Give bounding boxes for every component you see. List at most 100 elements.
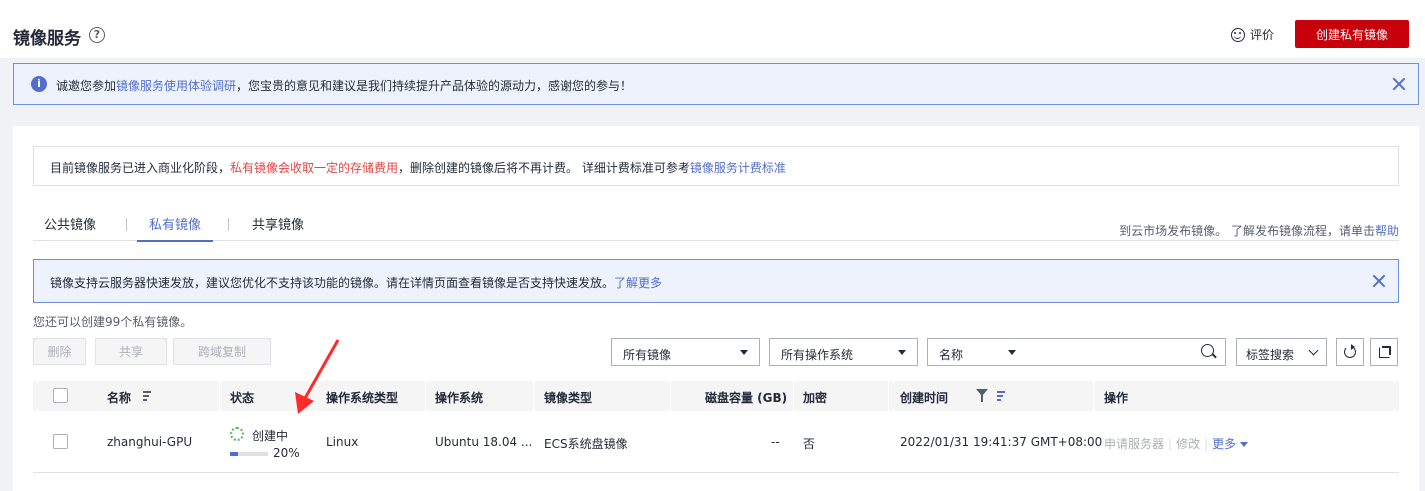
column-divider [533, 381, 534, 411]
fast-provision-notice: 镜像支持云服务器快速发放，建议您优化不支持该功能的镜像。请在详情页面查看镜像是否… [33, 259, 1399, 303]
tag-search-button[interactable]: 标签搜索 [1236, 338, 1327, 366]
caret-down-icon [898, 350, 906, 355]
help-icon[interactable]: ? [89, 27, 105, 43]
table-row: zhanghui-GPU 创建中 20% Linux Ubuntu 18.04 … [33, 411, 1399, 473]
rate-link[interactable]: 评价 [1231, 26, 1274, 43]
tab-private-images[interactable]: 私有镜像 [136, 214, 214, 242]
close-icon[interactable] [1392, 77, 1406, 91]
select-all-checkbox[interactable] [53, 388, 68, 403]
billing-text: 目前镜像服务已进入商业化阶段，私有镜像会收取一定的存储费用，删除创建的镜像后将不… [50, 159, 786, 176]
search-input[interactable] [1026, 338, 1226, 366]
delete-button[interactable]: 删除 [33, 338, 86, 365]
table-header: 名称 状态 操作系统类型 操作系统 镜像类型 磁盘容量 (GB) 加密 创建时间… [33, 381, 1399, 411]
create-private-image-button[interactable]: 创建私有镜像 [1295, 20, 1409, 48]
rate-label: 评价 [1250, 28, 1275, 42]
row-checkbox[interactable] [53, 434, 68, 449]
os-cell: Ubuntu 18.04 ... [435, 435, 533, 449]
os-type-cell: Linux [326, 435, 359, 449]
column-divider [316, 381, 317, 411]
search-field-value: 名称 [939, 348, 964, 362]
action-divider: | [1204, 437, 1209, 451]
caret-down-icon [740, 350, 748, 355]
refresh-button[interactable] [1336, 338, 1364, 366]
image-name-link[interactable]: zhanghui-GPU [107, 435, 192, 449]
col-name: 名称 [107, 391, 132, 405]
survey-notice-text: 诚邀您参加镜像服务使用体验调研，您宝贵的意见和建议是我们持续提升产品体验的源动力… [56, 77, 632, 94]
disk-cell: -- [771, 435, 780, 449]
fast-provision-text: 镜像支持云服务器快速发放，建议您优化不支持该功能的镜像。请在详情页面查看镜像是否… [50, 274, 662, 291]
page-header: 镜像服务 ? 评价 创建私有镜像 [0, 0, 1425, 58]
chevron-down-icon [1308, 345, 1319, 356]
caret-down-icon [1240, 442, 1249, 447]
sort-icon[interactable] [139, 391, 151, 403]
created-time-cell: 2022/01/31 19:41:37 GMT+08:00 [900, 435, 1103, 449]
col-image-type: 镜像类型 [544, 391, 593, 405]
quota-text: 您还可以创建99个私有镜像。 [33, 315, 193, 329]
billing-highlight: 私有镜像会收取一定的存储费用 [230, 161, 399, 175]
sort-icon[interactable] [993, 391, 1005, 403]
column-divider [219, 381, 220, 411]
col-os: 操作系统 [435, 391, 484, 405]
billing-standard-link[interactable]: 镜像服务计费标准 [690, 161, 786, 175]
survey-notice: i 诚邀您参加镜像服务使用体验调研，您宝贵的意见和建议是我们持续提升产品体验的源… [13, 63, 1419, 105]
apply-server-link[interactable]: 申请服务器 [1104, 437, 1164, 451]
more-link[interactable]: 更多 [1212, 437, 1236, 451]
image-scope-value: 所有镜像 [623, 348, 672, 362]
share-button[interactable]: 共享 [95, 338, 167, 365]
close-icon[interactable] [1372, 274, 1386, 288]
tab-public-images[interactable]: 公共镜像 [44, 214, 96, 241]
column-divider [425, 381, 426, 411]
tab-shared-images[interactable]: 共享镜像 [252, 214, 304, 241]
col-status: 状态 [230, 391, 255, 405]
status-text: 创建中 [252, 429, 289, 443]
survey-link[interactable]: 镜像服务使用体验调研 [116, 79, 236, 93]
survey-suffix: ，您宝贵的意见和建议是我们持续提升产品体验的源动力，感谢您的参与！ [236, 79, 633, 93]
learn-more-link[interactable]: 了解更多 [614, 276, 662, 290]
col-actions: 操作 [1104, 391, 1129, 405]
caret-down-icon [1008, 350, 1016, 355]
cross-region-copy-button[interactable]: 跨域复制 [173, 338, 271, 365]
main-panel: 目前镜像服务已进入商业化阶段，私有镜像会收取一定的存储费用，删除创建的镜像后将不… [13, 126, 1419, 491]
search-icon[interactable] [1201, 344, 1214, 357]
progress-text: 20% [273, 446, 300, 460]
col-encrypted: 加密 [803, 391, 828, 405]
export-icon [1379, 346, 1391, 358]
fast-provision-body: 镜像支持云服务器快速发放，建议您优化不支持该功能的镜像。请在详情页面查看镜像是否… [50, 276, 615, 290]
progress-fill [230, 452, 238, 456]
encrypted-cell: 否 [803, 437, 816, 451]
column-divider [670, 381, 671, 411]
info-icon: i [31, 76, 47, 92]
smile-icon [1231, 27, 1245, 42]
page-title: 镜像服务 [13, 29, 81, 49]
row-actions: 申请服务器 | 修改 | 更多 [1104, 435, 1249, 452]
os-value: 所有操作系统 [781, 348, 854, 362]
export-button[interactable] [1370, 338, 1398, 366]
column-divider [888, 381, 889, 411]
billing-notice: 目前镜像服务已进入商业化阶段，私有镜像会收取一定的存储费用，删除创建的镜像后将不… [33, 146, 1399, 186]
progress-bar [230, 452, 268, 456]
image-type-cell: ECS系统盘镜像 [544, 437, 628, 451]
image-tabs: 公共镜像 私有镜像 共享镜像 到云市场发布镜像。 了解发布镜像流程，请单击帮助 [33, 214, 1399, 242]
filter-icon[interactable] [976, 389, 988, 402]
col-os-type: 操作系统类型 [326, 391, 399, 405]
tab-divider [126, 218, 127, 231]
refresh-icon [1344, 344, 1356, 358]
survey-prefix: 诚邀您参加 [56, 79, 117, 93]
help-link[interactable]: 帮助 [1375, 224, 1399, 238]
tag-search-label: 标签搜索 [1246, 348, 1295, 362]
image-scope-select[interactable]: 所有镜像 [611, 338, 760, 366]
publish-hint-text: 。 了解发布镜像流程，请单击 [1215, 224, 1375, 238]
search-field-select[interactable]: 名称 [927, 338, 1027, 366]
modify-link[interactable]: 修改 [1176, 437, 1200, 451]
action-divider: | [1168, 437, 1173, 451]
col-created: 创建时间 [900, 391, 949, 405]
billing-middle: ，删除创建的镜像后将不再计费。 详细计费标准可参考 [398, 161, 690, 175]
billing-prefix: 目前镜像服务已进入商业化阶段， [50, 161, 231, 175]
tab-divider [228, 218, 229, 231]
publish-hint: 到云市场发布镜像。 了解发布镜像流程，请单击帮助 [1119, 222, 1399, 239]
column-divider [793, 381, 794, 411]
loading-spinner-icon [230, 427, 244, 441]
marketplace-link[interactable]: 到云市场发布镜像 [1119, 224, 1215, 238]
column-divider [1093, 381, 1094, 411]
os-select[interactable]: 所有操作系统 [769, 338, 918, 366]
